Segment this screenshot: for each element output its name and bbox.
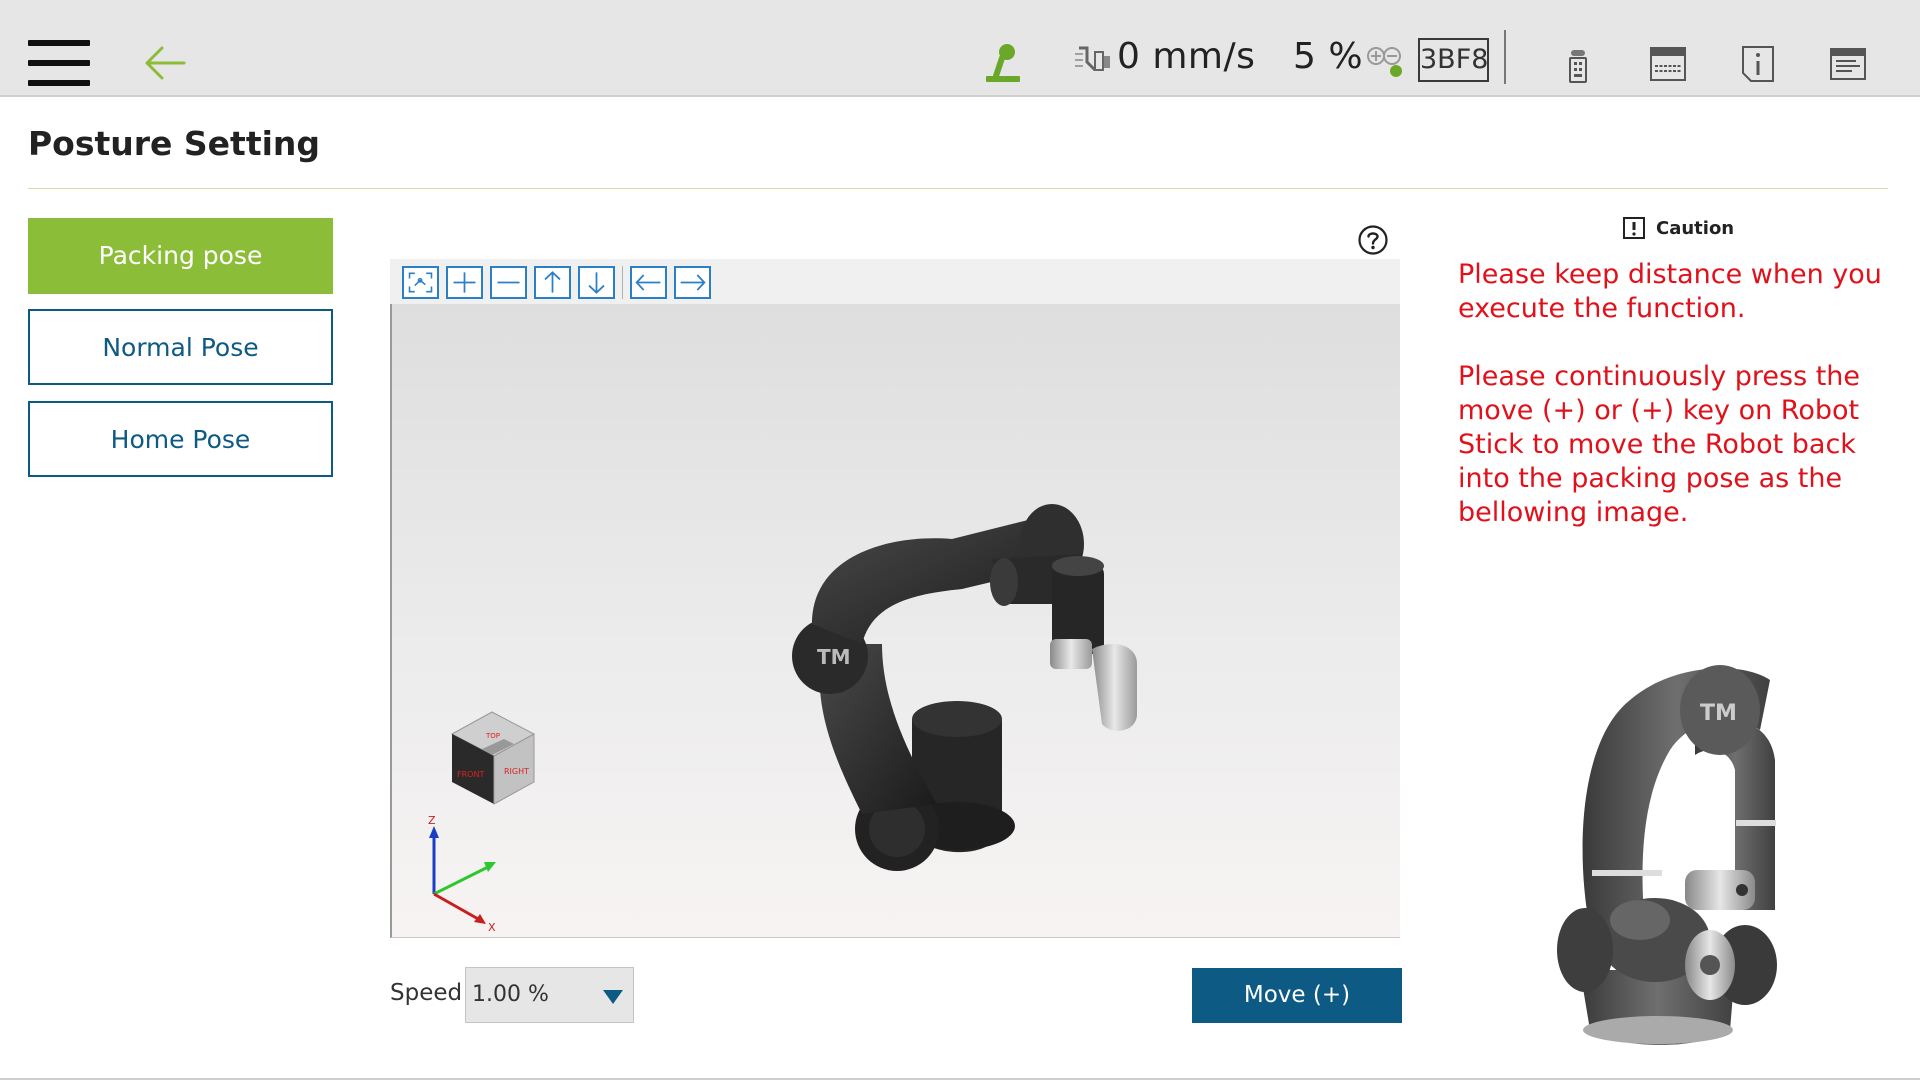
robot-3d-model[interactable]: TM FRONT RIGHT TOP Z X [392,304,1400,938]
title-divider [28,188,1888,189]
packing-pose-reference-image: TM [1557,665,1777,1045]
home-pose-button[interactable]: Home Pose [28,401,333,477]
speed-label: Speed [390,980,463,1006]
axis-gizmo: Z X [428,814,496,934]
project-link-icon [1367,47,1402,77]
cube-top-label: TOP [485,732,500,740]
x-axis-label: X [488,921,496,934]
top-bar: 0 mm/s 5 % 3BF8 [0,0,1920,97]
toolbar-separator [622,266,623,299]
robot-id-badge: 3BF8 [1418,38,1489,82]
arrow-down-icon[interactable] [578,266,615,299]
arrow-right-icon[interactable] [674,266,711,299]
exclamation-icon [1623,217,1645,239]
caution-message-instruction: Please continuously press the move (+) o… [1458,361,1861,528]
arrow-left-icon[interactable] [630,266,667,299]
ref-tm-logo: TM [1700,701,1737,726]
normal-pose-button[interactable]: Normal Pose [28,309,333,385]
move-plus-button[interactable]: Move (+) [1192,968,1402,1023]
arrow-up-icon[interactable] [534,266,571,299]
fit-view-icon[interactable] [402,266,439,299]
z-axis-label: Z [428,814,436,827]
speed-readout: 0 mm/s [1117,36,1256,77]
robot-stick-icon[interactable] [1558,44,1598,84]
zoom-in-icon[interactable] [446,266,483,299]
packing-pose-button[interactable]: Packing pose [28,218,333,294]
cube-front-label: FRONT [457,770,484,779]
caution-message-distance: Please keep distance when you execute th… [1458,259,1882,324]
viewer-toolbar [390,259,1400,305]
info-icon[interactable] [1738,44,1778,84]
speed-dropdown-value: 1.00 % [472,982,549,1007]
speed-percent-readout: 5 % [1293,36,1364,77]
page-title: Posture Setting [28,124,321,163]
toolbar-divider [1504,30,1506,84]
keyboard-icon[interactable] [1648,44,1688,84]
speed-dropdown[interactable]: 1.00 % [465,967,634,1023]
speed-icon [1075,46,1110,72]
log-icon[interactable] [1828,44,1868,84]
robot-status-icon[interactable] [983,40,1023,84]
robot-3d-viewer[interactable]: TM FRONT RIGHT TOP Z X [390,304,1400,938]
dropdown-arrow-icon [603,990,623,1004]
cube-right-label: RIGHT [504,767,529,776]
caution-title: Caution [1656,218,1735,239]
help-icon[interactable] [1357,224,1389,256]
tm-logo: TM [817,645,851,669]
orientation-cube[interactable]: FRONT RIGHT TOP [450,711,536,805]
zoom-out-icon[interactable] [490,266,527,299]
back-arrow-icon[interactable] [140,38,190,88]
menu-icon[interactable] [28,40,90,86]
